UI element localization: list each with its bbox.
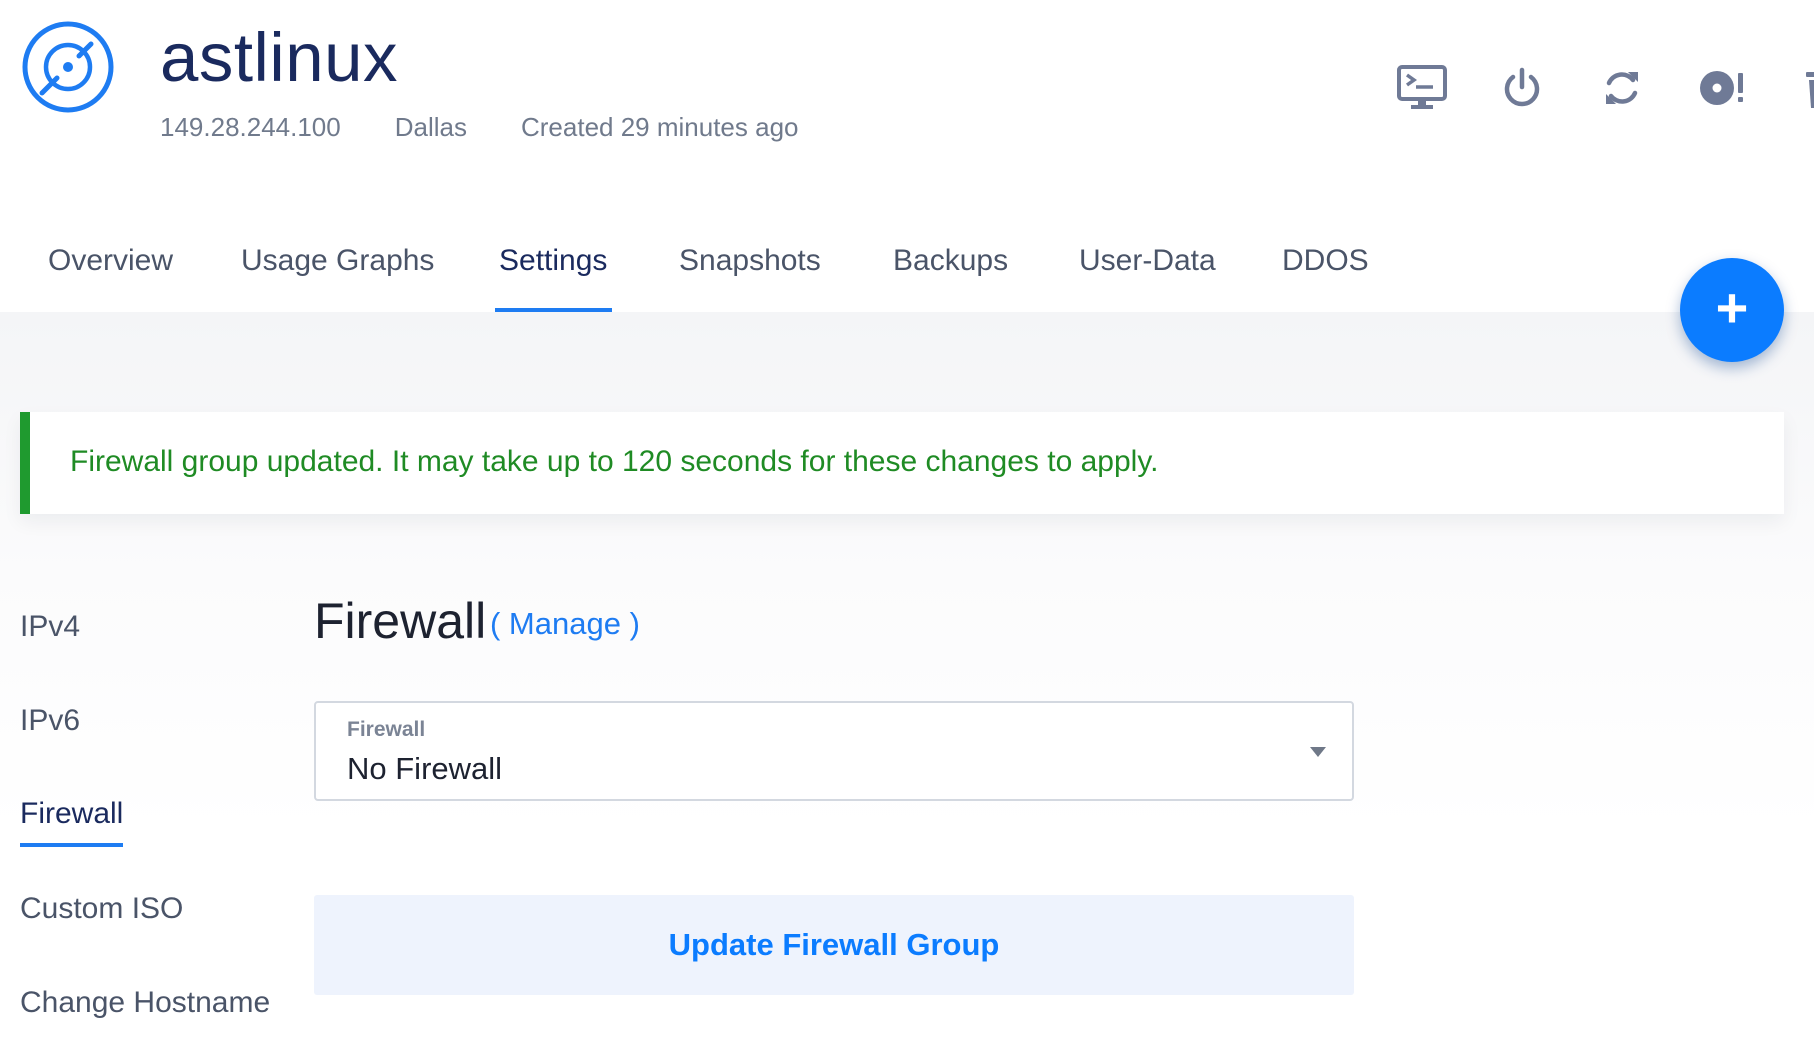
settings-nav-ipv6[interactable]: IPv6 [20, 704, 80, 738]
server-ip: 149.28.244.100 [160, 112, 341, 142]
server-created: Created 29 minutes ago [520, 112, 799, 142]
reinstall-button[interactable] [1694, 60, 1750, 116]
settings-nav-change-hostname[interactable]: Change Hostname [20, 986, 270, 1020]
tab-usage-graphs[interactable]: Usage Graphs [241, 244, 434, 310]
firewall-select[interactable]: Firewall No Firewall [314, 701, 1354, 801]
tab-snapshots[interactable]: Snapshots [679, 244, 821, 310]
update-firewall-group-button[interactable]: Update Firewall Group [314, 895, 1354, 995]
plus-icon: + [1715, 276, 1749, 339]
settings-nav-ipv4[interactable]: IPv4 [20, 610, 80, 644]
page-title: Firewall [314, 593, 487, 649]
power-icon [1502, 67, 1542, 109]
add-button[interactable]: + [1680, 258, 1784, 362]
alert-message: Firewall group updated. It may take up t… [70, 445, 1159, 478]
tab-ddos[interactable]: DDOS [1282, 244, 1369, 310]
success-alert: Firewall group updated. It may take up t… [20, 412, 1784, 514]
chevron-down-icon [1310, 747, 1326, 757]
server-meta: 149.28.244.100 Dallas Created 29 minutes… [160, 112, 799, 143]
tab-user-data[interactable]: User-Data [1079, 244, 1216, 310]
delete-button[interactable] [1794, 60, 1814, 116]
power-button[interactable] [1494, 60, 1550, 116]
server-header: astlinux 149.28.244.100 Dallas Created 2… [0, 0, 1814, 200]
firewall-select-label: Firewall [347, 718, 426, 741]
server-name: astlinux [160, 19, 398, 96]
console-icon [1397, 65, 1447, 111]
console-button[interactable] [1394, 60, 1450, 116]
reinstall-icon [1698, 68, 1746, 108]
firewall-select-value: No Firewall [347, 751, 503, 786]
server-actions-toolbar [1314, 60, 1814, 116]
active-settings-indicator [20, 843, 123, 847]
disc-icon [21, 20, 115, 114]
server-location: Dallas [394, 112, 467, 142]
manage-firewall-link[interactable]: ( Manage ) [490, 606, 640, 642]
server-tabs: Overview Usage Graphs Settings Snapshots… [0, 230, 1814, 314]
tab-overview[interactable]: Overview [48, 244, 173, 310]
settings-nav-custom-iso[interactable]: Custom ISO [20, 892, 183, 926]
tab-backups[interactable]: Backups [893, 244, 1008, 310]
settings-nav-firewall[interactable]: Firewall [20, 797, 123, 831]
restart-icon [1602, 66, 1642, 110]
restart-button[interactable] [1594, 60, 1650, 116]
trash-icon [1805, 67, 1814, 109]
tab-settings[interactable]: Settings [499, 244, 607, 310]
update-firewall-group-label: Update Firewall Group [668, 927, 1000, 962]
